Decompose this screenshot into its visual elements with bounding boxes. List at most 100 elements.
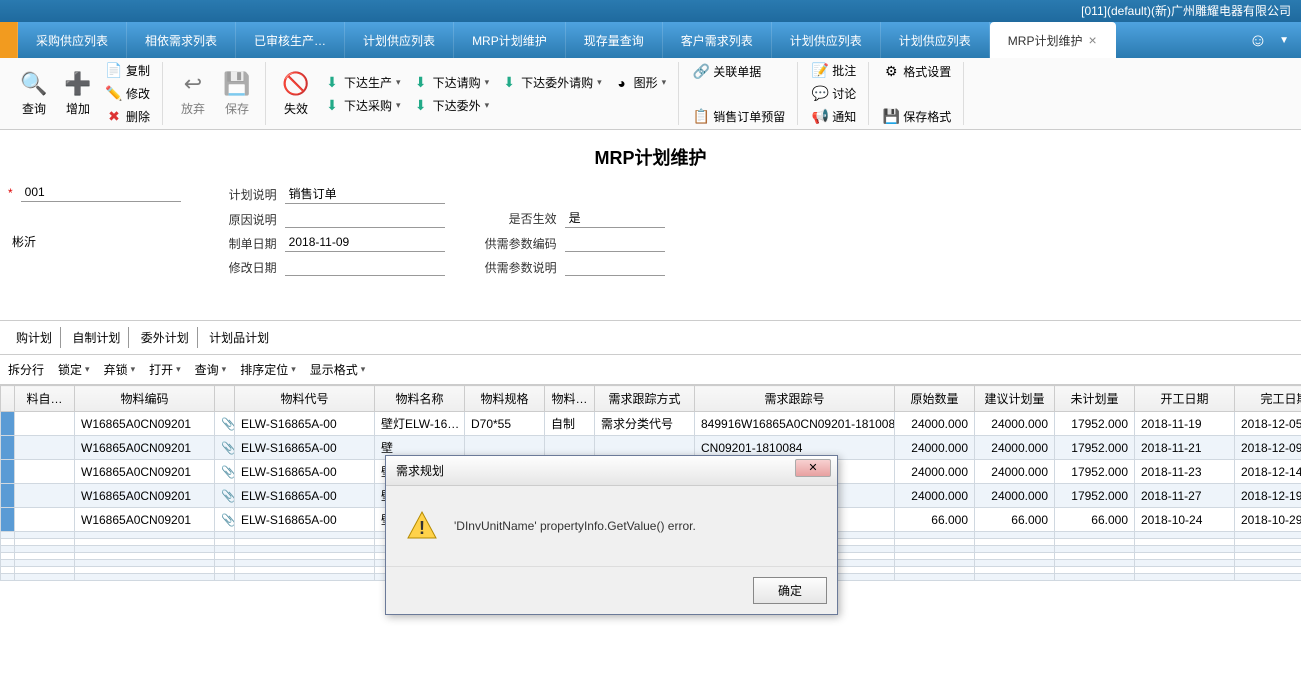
- document-tabbar: 采购供应列表 相依需求列表 已审核生产… 计划供应列表 MRP计划维护 现存量查…: [0, 22, 1301, 58]
- saveformat-button[interactable]: 💾保存格式: [877, 106, 957, 127]
- close-icon[interactable]: ×: [1088, 32, 1096, 48]
- table-header: 料自… 物料编码 物料代号 物料名称 物料规格 物料… 需求跟踪方式 需求跟踪号…: [1, 386, 1301, 412]
- col-5[interactable]: 物料规格: [465, 386, 545, 412]
- reason-field[interactable]: [285, 210, 445, 228]
- col-4[interactable]: 物料名称: [375, 386, 465, 412]
- split-button[interactable]: 拆分行: [8, 361, 44, 378]
- display-button[interactable]: 显示格式▾: [310, 361, 366, 378]
- gear-icon: ⚙: [883, 63, 899, 79]
- sort-button[interactable]: 排序定位▾: [240, 361, 296, 378]
- down-outsrc-button[interactable]: ⬇下达委外▾: [407, 95, 496, 116]
- copy-button[interactable]: 📄复制: [100, 60, 156, 81]
- tab-0[interactable]: 采购供应列表: [18, 22, 127, 58]
- save-button[interactable]: 💾保存: [215, 68, 259, 119]
- subtab-out[interactable]: 委外计划: [133, 327, 198, 348]
- reason-label: 原因说明: [221, 211, 277, 228]
- lock-button[interactable]: 锁定▾: [58, 361, 90, 378]
- preview-button[interactable]: 📋销售订单预留: [687, 106, 791, 127]
- search-icon: 🔍: [20, 70, 48, 98]
- discard-button[interactable]: 弃锁▾: [104, 361, 136, 378]
- dialog-title: 需求规划 ✕: [386, 456, 837, 486]
- subtab-bar: 购计划 自制计划 委外计划 计划品计划: [0, 320, 1301, 355]
- dialog-ok-button[interactable]: 确定: [753, 577, 827, 604]
- paperclip-icon: 📎: [221, 417, 235, 431]
- tab-5[interactable]: 现存量查询: [566, 22, 663, 58]
- code-field[interactable]: 001: [21, 184, 181, 202]
- col-8[interactable]: 需求跟踪号: [695, 386, 895, 412]
- chart-button[interactable]: ◕图形▾: [608, 72, 673, 93]
- paperclip-icon: 📎: [221, 513, 235, 527]
- table-row[interactable]: W16865A0CN09201📎ELW-S16865A-00壁灯ELW-16…D…: [1, 412, 1301, 436]
- dialog-message: 'DInvUnitName' propertyInfo.GetValue() e…: [454, 519, 696, 533]
- param-code-field[interactable]: [565, 234, 665, 252]
- doc-icon: 📋: [693, 108, 709, 124]
- link-icon: 🔗: [693, 63, 709, 79]
- mod-date-field[interactable]: [285, 258, 445, 276]
- format-button[interactable]: ⚙格式设置: [877, 61, 957, 82]
- cancel-icon: 🚫: [282, 70, 310, 98]
- col-13[interactable]: 完工日期: [1235, 386, 1301, 412]
- page-title: MRP计划维护: [0, 130, 1301, 180]
- home-tab[interactable]: [0, 22, 18, 58]
- mod-date-label: 修改日期: [221, 259, 277, 276]
- invalid-button[interactable]: 🚫失效: [274, 68, 318, 119]
- tab-6[interactable]: 客户需求列表: [663, 22, 772, 58]
- eff-label: 是否生效: [485, 210, 557, 227]
- subtab-self[interactable]: 自制计划: [64, 327, 129, 348]
- add-button[interactable]: ➕增加: [56, 68, 100, 119]
- col-10[interactable]: 建议计划量: [975, 386, 1055, 412]
- col-7[interactable]: 需求跟踪方式: [595, 386, 695, 412]
- tab-3[interactable]: 计划供应列表: [345, 22, 454, 58]
- delete-button[interactable]: ✖删除: [100, 106, 156, 127]
- down-icon: ⬇: [324, 74, 340, 90]
- pie-icon: ◕: [614, 75, 630, 91]
- col-3[interactable]: 物料代号: [235, 386, 375, 412]
- col-0[interactable]: 料自…: [15, 386, 75, 412]
- down-prod-button[interactable]: ⬇下达生产▾: [318, 72, 407, 93]
- subtab-plan[interactable]: 计划品计划: [201, 327, 277, 348]
- dialog-close-button[interactable]: ✕: [795, 459, 831, 477]
- notify-button[interactable]: 📢通知: [806, 106, 862, 127]
- undo-icon: ↩: [179, 70, 207, 98]
- down-outreq-button[interactable]: ⬇下达委外请购▾: [495, 72, 608, 93]
- tab-4[interactable]: MRP计划维护: [454, 22, 566, 58]
- chat-icon: 💬: [812, 86, 828, 102]
- discuss-button[interactable]: 💬讨论: [806, 83, 862, 104]
- undo-button[interactable]: ↩放弃: [171, 68, 215, 119]
- plan-desc-field[interactable]: 销售订单: [285, 184, 445, 204]
- create-date-field[interactable]: 2018-11-09: [285, 234, 445, 252]
- col-1[interactable]: 物料编码: [75, 386, 215, 412]
- down-icon: ⬇: [501, 75, 517, 91]
- col-6[interactable]: 物料…: [545, 386, 595, 412]
- open-button[interactable]: 打开▾: [149, 361, 181, 378]
- col-9[interactable]: 原始数量: [895, 386, 975, 412]
- subtab-purch[interactable]: 购计划: [8, 327, 61, 348]
- user-menu[interactable]: ☺ ▼: [1249, 30, 1289, 51]
- query2-button[interactable]: 查询▾: [195, 361, 227, 378]
- note-icon: 📝: [812, 63, 828, 79]
- tab-7[interactable]: 计划供应列表: [772, 22, 881, 58]
- col-clip[interactable]: [215, 386, 235, 412]
- plus-icon: ➕: [64, 70, 92, 98]
- query-button[interactable]: 🔍查询: [12, 68, 56, 119]
- edit-button[interactable]: ✏️修改: [100, 83, 156, 104]
- col-11[interactable]: 未计划量: [1055, 386, 1135, 412]
- tab-8[interactable]: 计划供应列表: [881, 22, 990, 58]
- paperclip-icon: 📎: [221, 489, 235, 503]
- tab-2[interactable]: 已审核生产…: [236, 22, 345, 58]
- grid-toolbar: 拆分行 锁定▾ 弃锁▾ 打开▾ 查询▾ 排序定位▾ 显示格式▾: [0, 355, 1301, 385]
- pencil-icon: ✏️: [106, 86, 122, 102]
- param-desc-field[interactable]: [565, 258, 665, 276]
- down-req-button[interactable]: ⬇下达请购▾: [407, 72, 496, 93]
- down-icon: ⬇: [413, 74, 429, 90]
- col-12[interactable]: 开工日期: [1135, 386, 1235, 412]
- save-icon: 💾: [883, 108, 899, 124]
- smiley-icon[interactable]: ☺: [1249, 30, 1267, 51]
- down-purch-button[interactable]: ⬇下达采购▾: [318, 95, 407, 116]
- tab-9-active[interactable]: MRP计划维护×: [990, 22, 1116, 58]
- chevron-down-icon[interactable]: ▼: [1279, 35, 1289, 46]
- link-button[interactable]: 🔗关联单据: [687, 61, 791, 82]
- tab-1[interactable]: 相依需求列表: [127, 22, 236, 58]
- eff-field[interactable]: 是: [565, 208, 665, 228]
- approve-button[interactable]: 📝批注: [806, 60, 862, 81]
